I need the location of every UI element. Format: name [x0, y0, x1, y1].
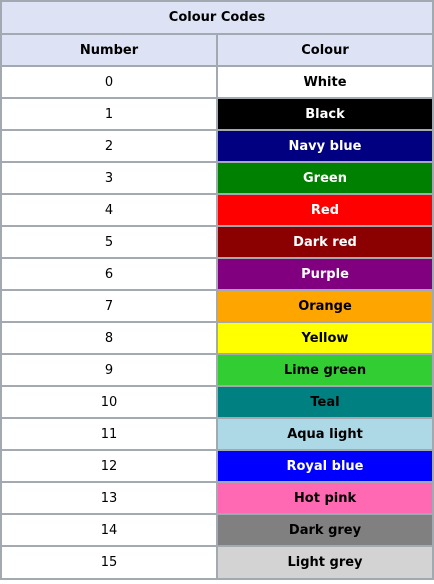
colour-swatch-cell: Royal blue — [218, 451, 432, 481]
colour-swatch-cell: Hot pink — [218, 483, 432, 513]
table-row: 10 Teal — [2, 387, 432, 417]
header-row: Number Colour — [2, 35, 432, 65]
colour-number-cell: 3 — [2, 163, 216, 193]
colour-number-cell: 15 — [2, 547, 216, 578]
table-row: 6 Purple — [2, 259, 432, 289]
colour-swatch-cell: Dark grey — [218, 515, 432, 545]
colour-swatch-cell: Yellow — [218, 323, 432, 353]
colour-swatch-cell: Lime green — [218, 355, 432, 385]
colour-swatch-cell: Teal — [218, 387, 432, 417]
table-row: 4 Red — [2, 195, 432, 225]
table-row: 1 Black — [2, 99, 432, 129]
colour-number-cell: 8 — [2, 323, 216, 353]
colour-column-header: Colour — [218, 35, 432, 65]
number-column-header: Number — [2, 35, 216, 65]
table-body: 0 White 1 Black 2 Navy blue 3 Green 4 Red 5 Dark re… — [2, 67, 432, 578]
table-row: 0 White — [2, 67, 432, 97]
colour-number-cell: 2 — [2, 131, 216, 161]
table-row: 7 Orange — [2, 291, 432, 321]
colour-number-cell: 6 — [2, 259, 216, 289]
colour-number-cell: 1 — [2, 99, 216, 129]
colour-number-cell: 12 — [2, 451, 216, 481]
colour-number-cell: 10 — [2, 387, 216, 417]
table-row: 8 Yellow — [2, 323, 432, 353]
colour-number-cell: 5 — [2, 227, 216, 257]
colour-swatch-cell: Purple — [218, 259, 432, 289]
table-caption: Colour Codes — [2, 2, 432, 33]
caption-row: Colour Codes — [2, 2, 432, 33]
table-row: 12 Royal blue — [2, 451, 432, 481]
colour-swatch-cell: Dark red — [218, 227, 432, 257]
colour-number-cell: 11 — [2, 419, 216, 449]
colour-swatch-cell: Red — [218, 195, 432, 225]
colour-swatch-cell: Aqua light — [218, 419, 432, 449]
colour-swatch-cell: Orange — [218, 291, 432, 321]
table-row: 2 Navy blue — [2, 131, 432, 161]
colour-number-cell: 4 — [2, 195, 216, 225]
colour-number-cell: 14 — [2, 515, 216, 545]
table-row: 3 Green — [2, 163, 432, 193]
colour-swatch-cell: Green — [218, 163, 432, 193]
colour-number-cell: 0 — [2, 67, 216, 97]
colour-codes-table: Colour Codes Number Colour 0 White 1 Black 2… — [0, 0, 434, 580]
colour-number-cell: 9 — [2, 355, 216, 385]
colour-swatch-cell: Navy blue — [218, 131, 432, 161]
colour-number-cell: 13 — [2, 483, 216, 513]
table-row: 13 Hot pink — [2, 483, 432, 513]
colour-swatch-cell: White — [218, 67, 432, 97]
colour-swatch-cell: Light grey — [218, 547, 432, 578]
table-row: 15 Light grey — [2, 547, 432, 578]
table-row: 14 Dark grey — [2, 515, 432, 545]
table-row: 5 Dark red — [2, 227, 432, 257]
table-row: 9 Lime green — [2, 355, 432, 385]
table-row: 11 Aqua light — [2, 419, 432, 449]
colour-swatch-cell: Black — [218, 99, 432, 129]
colour-number-cell: 7 — [2, 291, 216, 321]
